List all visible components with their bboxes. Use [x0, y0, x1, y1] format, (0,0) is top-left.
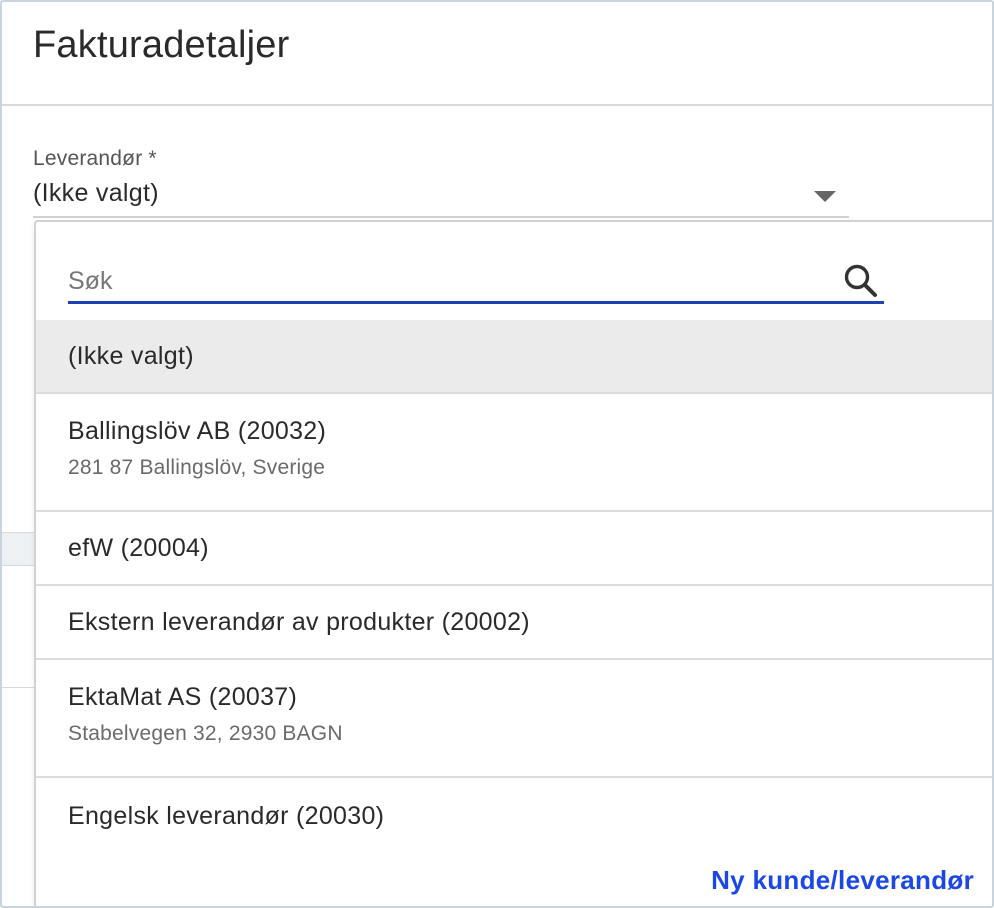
option-title: Engelsk leverandør (20030)	[68, 802, 385, 830]
search-input[interactable]	[68, 260, 828, 300]
search-icon[interactable]	[842, 262, 880, 300]
search-box	[68, 260, 884, 304]
list-item[interactable]: Engelsk leverandør (20030)	[36, 778, 992, 848]
option-title: Ekstern leverandør av produkter (20002)	[68, 608, 530, 636]
supplier-field-label: Leverandør *	[33, 147, 157, 170]
list-item[interactable]: Ballingslöv AB (20032) 281 87 Ballingslö…	[36, 394, 992, 512]
new-customer-supplier-link[interactable]: Ny kunde/leverandør	[711, 865, 974, 896]
page-title: Fakturadetaljer	[33, 24, 290, 66]
list-item[interactable]: (Ikke valgt)	[36, 320, 992, 394]
background-row	[2, 532, 36, 566]
option-title: EktaMat AS (20037)	[68, 683, 298, 711]
supplier-dropdown: (Ikke valgt) Ballingslöv AB (20032) 281 …	[34, 220, 992, 906]
list-item[interactable]: Ekstern leverandør av produkter (20002)	[36, 586, 992, 660]
supplier-field-underline	[33, 216, 849, 218]
option-title: (Ikke valgt)	[68, 342, 194, 370]
supplier-field-value[interactable]: (Ikke valgt)	[33, 179, 159, 208]
list-item[interactable]: efW (20004)	[36, 512, 992, 586]
option-address: 281 87 Ballingslöv, Sverige	[68, 456, 326, 479]
option-address: Stabelvegen 32, 2930 BAGN	[68, 722, 343, 745]
background-divider	[2, 687, 36, 688]
panel-header: Fakturadetaljer	[2, 2, 992, 106]
list-item[interactable]: EktaMat AS (20037) Stabelvegen 32, 2930 …	[36, 660, 992, 778]
invoice-details-panel: Fakturadetaljer Leverandør * (Ikke valgt…	[0, 0, 994, 908]
option-title: Ballingslöv AB (20032)	[68, 417, 327, 445]
caret-down-icon[interactable]	[814, 191, 836, 202]
option-list: (Ikke valgt) Ballingslöv AB (20032) 281 …	[36, 320, 992, 848]
option-title: efW (20004)	[68, 534, 209, 562]
